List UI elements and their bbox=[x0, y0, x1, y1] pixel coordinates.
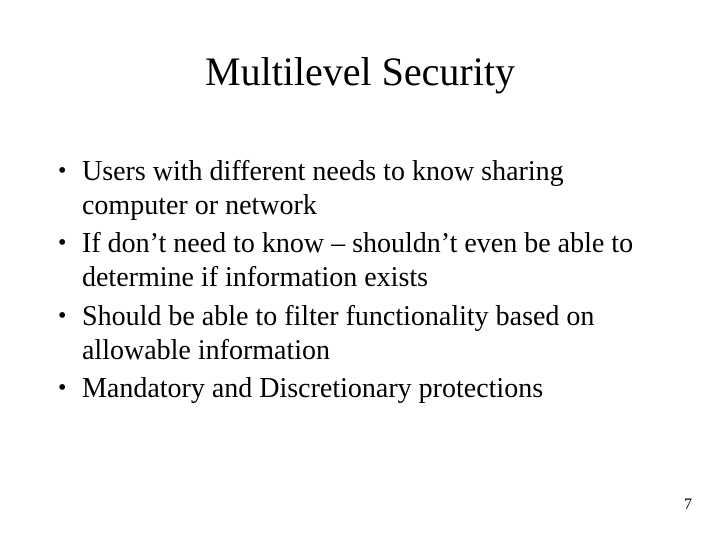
list-item: If don’t need to know – shouldn’t even b… bbox=[54, 227, 666, 295]
slide: Multilevel Security Users with different… bbox=[0, 0, 720, 540]
slide-body: Users with different needs to know shari… bbox=[54, 155, 666, 410]
slide-title: Multilevel Security bbox=[0, 48, 720, 95]
list-item: Should be able to filter functionality b… bbox=[54, 300, 666, 368]
list-item: Mandatory and Discretionary protections bbox=[54, 372, 666, 406]
page-number: 7 bbox=[684, 496, 692, 514]
bullet-list: Users with different needs to know shari… bbox=[54, 155, 666, 406]
list-item: Users with different needs to know shari… bbox=[54, 155, 666, 223]
